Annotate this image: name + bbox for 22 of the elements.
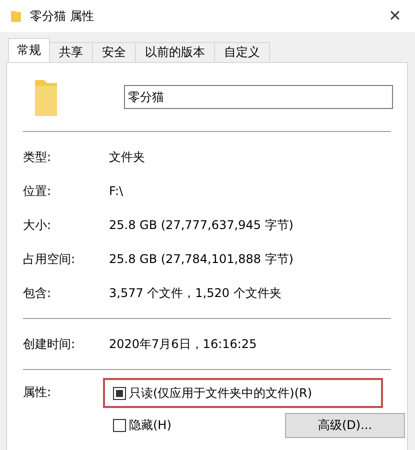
tab[interactable]: 自定义 — [214, 42, 270, 62]
property-label: 创建时间: — [22, 336, 76, 352]
property-value: 3,577 个文件，1,520 个文件夹 — [109, 284, 282, 302]
property-label: 类型: — [22, 148, 52, 166]
property-value: 25.8 GB (27,784,101,888 字节) — [109, 250, 294, 268]
attributes-label: 属性: — [22, 384, 52, 401]
property-value: 2020年7月6日，16:16:25 — [109, 336, 257, 352]
checkbox[interactable]: 隐藏(H) — [113, 416, 172, 434]
property-label: 包含: — [22, 284, 52, 302]
name-field[interactable]: 零分猫 — [124, 85, 393, 109]
property-label: 占用空间: — [22, 250, 76, 268]
property-value: 文件夹 — [109, 148, 145, 166]
property-value: 25.8 GB (27,777,637,945 字节) — [109, 216, 294, 234]
window-title: 零分猫 属性 — [30, 8, 94, 24]
property-value: F:\ — [109, 184, 124, 198]
checkbox[interactable]: 只读(仅应用于文件夹中的文件)(R) — [113, 384, 312, 402]
advanced-button[interactable]: 高级(D)... — [285, 412, 405, 438]
property-label: 位置: — [22, 182, 52, 200]
close-button[interactable]: × — [375, 4, 415, 28]
folder-icon — [10, 9, 22, 23]
property-label: 大小: — [22, 216, 52, 234]
tab[interactable]: 常规 — [8, 38, 50, 62]
